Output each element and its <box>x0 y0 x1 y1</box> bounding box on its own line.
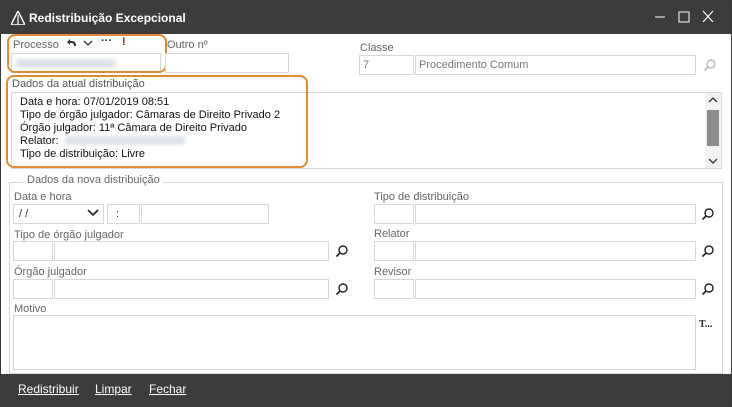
relator-name[interactable] <box>415 241 696 261</box>
text-format-button[interactable]: T... <box>699 319 712 330</box>
orgao-julgador-code[interactable] <box>13 279 53 299</box>
maximize-icon[interactable] <box>673 7 695 27</box>
date-dropdown-icon[interactable] <box>87 208 99 218</box>
outro-numero-input[interactable] <box>165 53 289 73</box>
scroll-up-icon[interactable] <box>708 96 718 104</box>
processo-highlight <box>7 34 167 73</box>
tipo-orgao-label: Tipo de órgão julgador <box>14 229 124 241</box>
search-relator-icon[interactable] <box>701 244 715 258</box>
scroll-down-icon[interactable] <box>708 157 718 165</box>
revisor-label: Revisor <box>374 266 412 278</box>
title-bar: Redistribuição Excepcional <box>1 1 731 34</box>
tipo-orgao-code[interactable] <box>13 241 53 261</box>
time-field[interactable]: : <box>107 204 140 224</box>
classe-name-field: Procedimento Comum <box>415 55 696 75</box>
action-bar: Redistribuir Limpar Fechar <box>1 374 731 406</box>
tipo-distribuicao-label: Tipo de distribuição <box>374 191 469 203</box>
app-logo-icon <box>11 11 25 25</box>
relator-label: Relator <box>374 228 410 240</box>
classe-code-field: 7 <box>359 55 414 75</box>
motivo-label: Motivo <box>14 303 47 315</box>
search-tipo-distribuicao-icon[interactable] <box>701 207 715 221</box>
atual-distribuicao-highlight <box>6 75 308 168</box>
search-tipo-orgao-icon[interactable] <box>335 244 349 258</box>
relator-code[interactable] <box>374 241 414 261</box>
redistribuir-button[interactable]: Redistribuir <box>18 382 79 396</box>
orgao-julgador-label: Órgão julgador <box>14 266 87 278</box>
limpar-button[interactable]: Limpar <box>95 382 132 396</box>
search-revisor-icon[interactable] <box>701 282 715 296</box>
nova-distribuicao-legend: Dados da nova distribuição <box>24 174 163 186</box>
close-icon[interactable] <box>697 7 719 27</box>
orgao-julgador-name[interactable] <box>54 279 329 299</box>
fechar-button[interactable]: Fechar <box>149 382 186 396</box>
scrollbar-thumb[interactable] <box>707 110 719 146</box>
revisor-name[interactable] <box>415 279 696 299</box>
search-icon[interactable] <box>703 58 717 72</box>
search-orgao-julgador-icon[interactable] <box>335 282 349 296</box>
tipo-distribuicao-name[interactable] <box>415 204 696 224</box>
revisor-code[interactable] <box>374 279 414 299</box>
info-scrollbar[interactable] <box>705 93 721 168</box>
motivo-textarea[interactable] <box>13 315 696 370</box>
outro-numero-label: Outro nº <box>167 39 208 51</box>
minimize-icon[interactable] <box>649 7 671 27</box>
dialog-window: Redistribuição Excepcional Processo ··· … <box>0 0 732 407</box>
tipo-orgao-name[interactable] <box>54 241 329 261</box>
extra-time-field[interactable] <box>141 204 269 224</box>
classe-label: Classe <box>360 42 394 54</box>
window-title: Redistribuição Excepcional <box>29 11 186 25</box>
data-hora-label: Data e hora <box>14 191 72 203</box>
tipo-distribuicao-code[interactable] <box>374 204 414 224</box>
